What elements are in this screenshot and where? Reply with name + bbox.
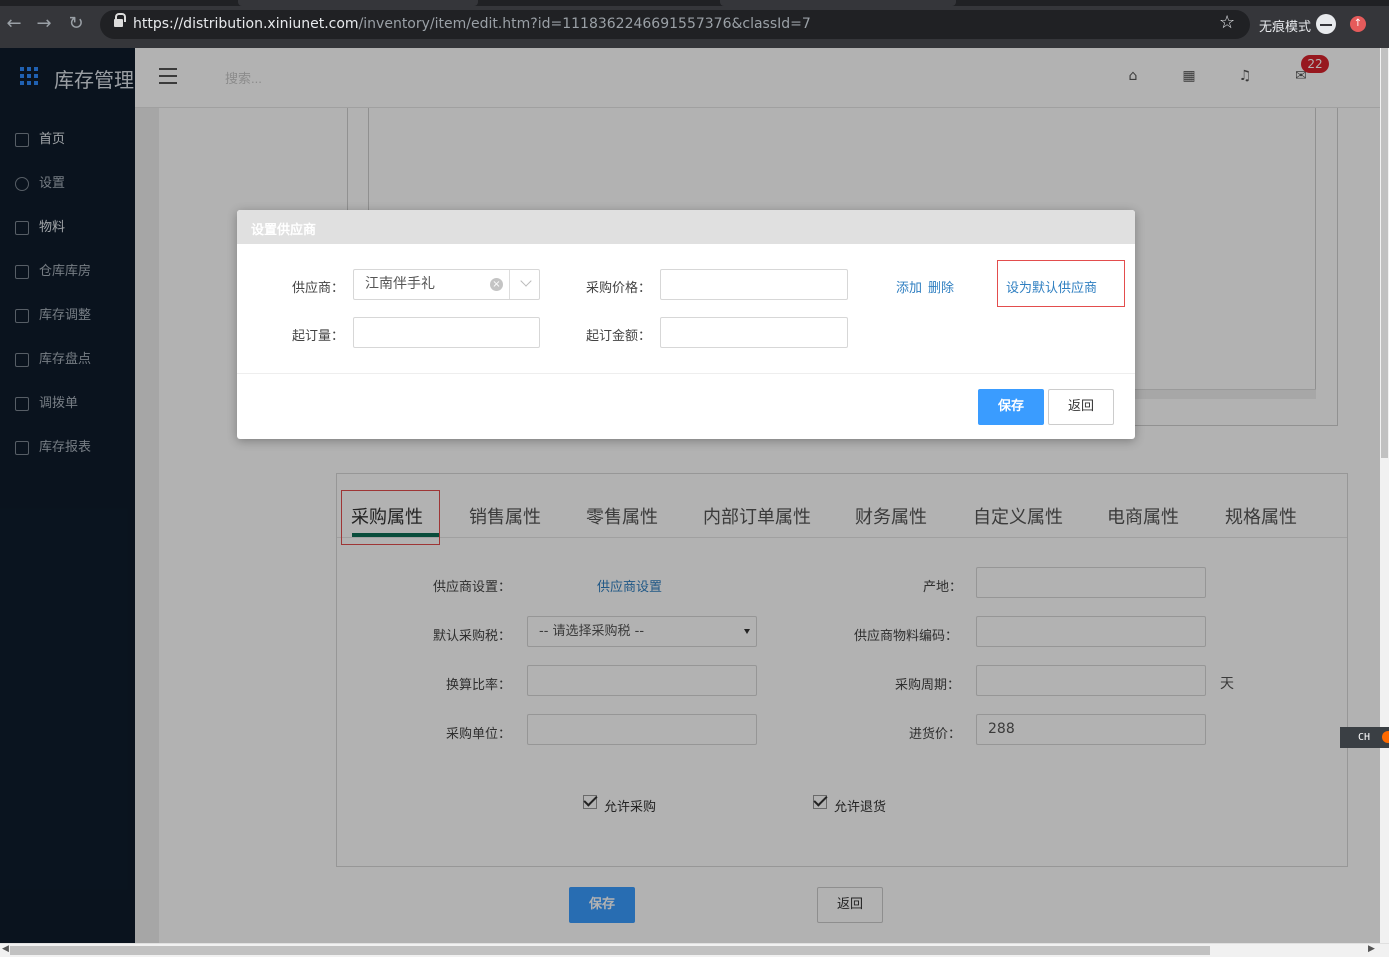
incognito-label: 无痕模式 <box>1259 20 1312 35</box>
set-default-supplier-link[interactable]: 设为默认供应商 <box>1006 277 1097 296</box>
supplier-select[interactable]: 江南伴手礼 × <box>353 269 540 300</box>
lock-icon <box>114 13 126 28</box>
browser-tab[interactable] <box>720 0 956 6</box>
dialog-title: 设置供应商 <box>251 223 317 238</box>
ime-logo-icon <box>1382 731 1389 743</box>
clear-icon[interactable]: × <box>490 278 503 291</box>
min-qty-label: 起订量： <box>292 329 345 344</box>
chevron-down-icon[interactable] <box>520 275 532 287</box>
bookmark-star-icon[interactable]: ☆ <box>1219 12 1235 33</box>
scroll-right-icon[interactable]: ▶ <box>1368 944 1375 954</box>
url-text: https://distribution.xiniunet.com/invent… <box>133 16 811 32</box>
min-amount-label: 起订金额： <box>586 329 652 344</box>
browser-tab[interactable] <box>238 0 478 6</box>
incognito-icon[interactable] <box>1316 14 1336 34</box>
dialog-header[interactable]: 设置供应商 <box>237 210 1135 244</box>
dialog-save-button[interactable]: 保存 <box>978 389 1044 425</box>
horizontal-scrollbar-thumb[interactable] <box>10 946 1210 955</box>
price-label: 采购价格： <box>586 281 652 296</box>
url-path: /inventory/item/edit.htm?id=111836224669… <box>358 16 811 32</box>
delete-link[interactable]: 删除 <box>928 277 954 296</box>
dialog-back-button[interactable]: 返回 <box>1048 389 1114 425</box>
price-field[interactable] <box>660 269 848 300</box>
forward-arrow-icon[interactable]: → <box>33 13 55 35</box>
supplier-label: 供应商： <box>292 281 345 296</box>
scroll-left-icon[interactable]: ◀ <box>2 944 9 954</box>
reload-icon[interactable]: ↻ <box>65 13 87 35</box>
address-bar[interactable]: https://distribution.xiniunet.com/invent… <box>100 10 1250 39</box>
back-arrow-icon[interactable]: ← <box>3 13 25 35</box>
update-icon[interactable]: ↑ <box>1350 16 1366 32</box>
supplier-dialog: 设置供应商 供应商： 江南伴手礼 × 采购价格： 添加 删除 设为默认供应商 起… <box>237 210 1135 439</box>
select-divider <box>509 270 510 299</box>
dialog-divider <box>237 373 1135 374</box>
url-host: https://distribution.xiniunet.com <box>133 16 359 32</box>
vertical-scrollbar-thumb[interactable] <box>1381 48 1388 458</box>
supplier-value: 江南伴手礼 <box>365 276 435 292</box>
modal-backdrop[interactable] <box>0 48 1380 943</box>
tab-strip <box>0 0 1389 6</box>
add-link[interactable]: 添加 <box>896 277 922 296</box>
browser-toolbar: ← → ↻ https://distribution.xiniunet.com/… <box>0 0 1389 48</box>
min-qty-field[interactable] <box>353 317 540 348</box>
min-amount-field[interactable] <box>660 317 848 348</box>
